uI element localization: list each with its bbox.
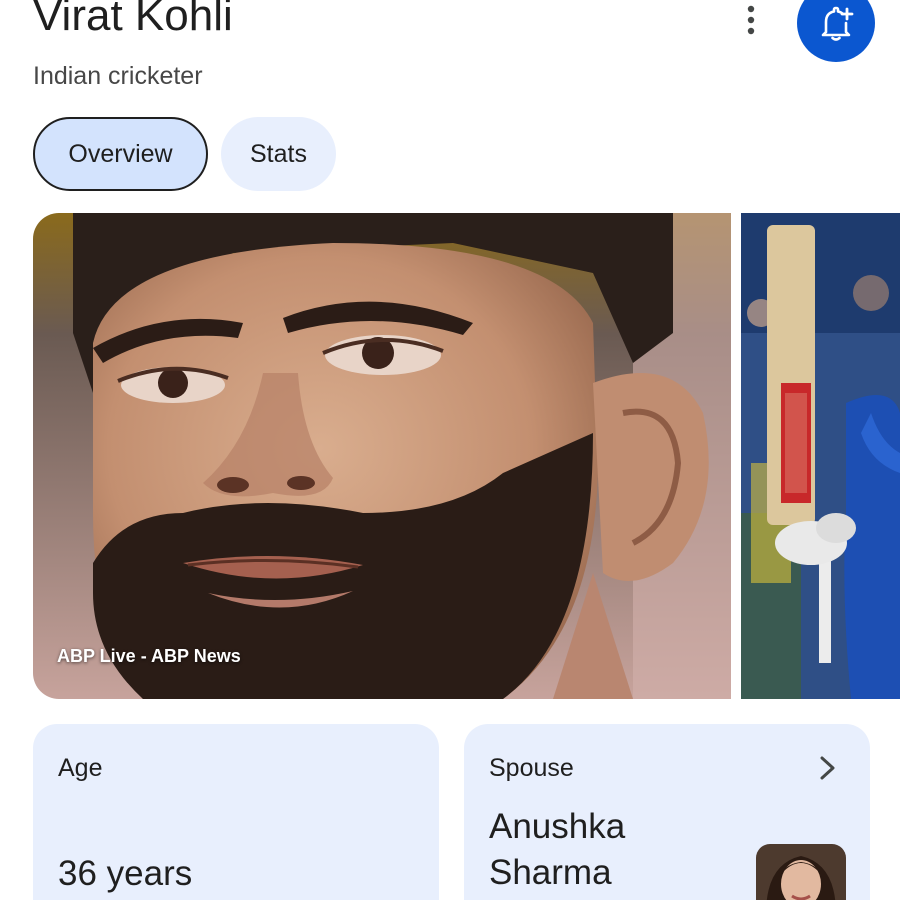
spouse-card[interactable]: Spouse Anushka Sharma: [464, 724, 870, 900]
image-source-caption: ABP Live - ABP News: [57, 646, 241, 666]
spouse-avatar: [756, 844, 846, 900]
age-card: Age 36 years: [33, 724, 439, 900]
age-label: Age: [58, 754, 103, 782]
tab-stats-label: Stats: [250, 139, 307, 168]
more-options-button[interactable]: [734, 2, 768, 38]
bell-plus-icon: [821, 6, 854, 41]
page-subtitle: Indian cricketer: [33, 62, 203, 90]
age-value: 36 years: [58, 854, 193, 893]
spouse-name: Anushka Sharma: [489, 807, 626, 892]
batting-photo-image: [741, 213, 900, 699]
page-title: Virat Kohli: [33, 0, 233, 40]
follow-button[interactable]: [797, 0, 875, 62]
tab-overview-label: Overview: [68, 139, 173, 168]
main-photo[interactable]: ABP Live - ABP News: [33, 213, 731, 699]
tab-stats[interactable]: Stats: [221, 117, 336, 191]
tab-overview[interactable]: Overview: [33, 117, 208, 191]
portrait-image: [33, 213, 731, 699]
secondary-photo[interactable]: [741, 213, 900, 699]
spouse-label: Spouse: [489, 754, 574, 782]
more-vert-icon: [747, 5, 755, 35]
chevron-right-icon: [820, 756, 835, 780]
